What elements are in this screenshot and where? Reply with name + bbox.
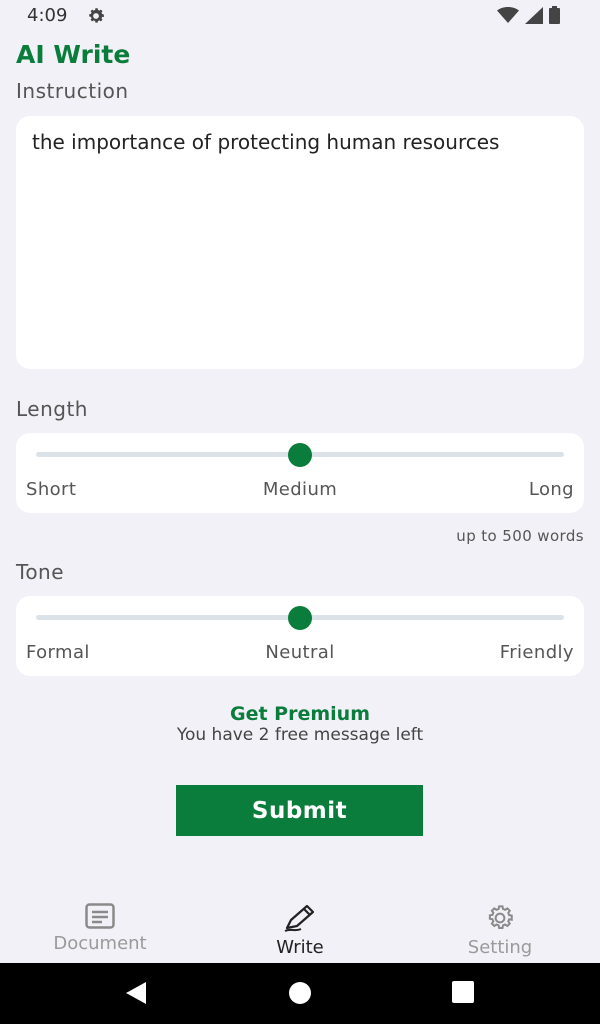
signal-icon <box>525 6 543 24</box>
tone-option-neutral: Neutral <box>265 642 335 663</box>
battery-icon <box>549 6 560 24</box>
gear-icon <box>488 905 513 929</box>
length-label: Length <box>16 397 88 421</box>
tone-label: Tone <box>16 560 65 584</box>
screen: 4:09 AI Write Instruction the importance… <box>0 0 600 1024</box>
pen-icon <box>284 904 315 932</box>
nav-label-document: Document <box>53 933 147 954</box>
nav-label-setting: Setting <box>467 937 533 958</box>
length-option-short: Short <box>26 479 77 500</box>
nav-item-setting[interactable]: Setting <box>400 895 600 963</box>
length-slider-thumb[interactable] <box>288 443 312 467</box>
tone-slider-thumb[interactable] <box>288 606 312 630</box>
home-icon[interactable] <box>288 981 312 1005</box>
status-bar: 4:09 <box>0 0 600 32</box>
status-time: 4:09 <box>27 5 68 26</box>
length-hint: up to 500 words <box>456 527 584 545</box>
instruction-label: Instruction <box>16 79 129 103</box>
page-title: AI Write <box>16 40 131 69</box>
instruction-input[interactable]: the importance of protecting human resou… <box>16 116 584 369</box>
wifi-icon <box>497 7 519 23</box>
free-message-count: You have 2 free message left <box>176 725 424 745</box>
nav-item-write[interactable]: Write <box>200 895 400 963</box>
nav-item-document[interactable]: Document <box>0 895 200 963</box>
length-option-long: Long <box>528 479 574 500</box>
length-option-medium: Medium <box>262 479 338 500</box>
tone-slider-card: Formal Neutral Friendly <box>16 596 584 676</box>
recents-icon[interactable] <box>452 981 474 1003</box>
nav-label-write: Write <box>276 937 324 958</box>
submit-button[interactable]: Submit <box>176 785 423 836</box>
instruction-text: the importance of protecting human resou… <box>32 130 500 154</box>
bottom-nav: Document Write Setting <box>0 895 600 963</box>
tone-option-friendly: Friendly <box>499 642 574 663</box>
back-icon[interactable] <box>124 981 148 1005</box>
get-premium-link[interactable]: Get Premium <box>0 703 600 725</box>
document-icon <box>85 903 115 929</box>
status-icons <box>497 6 560 24</box>
tone-option-formal: Formal <box>26 642 90 663</box>
length-slider-card: Short Medium Long <box>16 433 584 513</box>
system-nav-bar <box>0 963 600 1024</box>
gear-icon <box>89 8 104 23</box>
